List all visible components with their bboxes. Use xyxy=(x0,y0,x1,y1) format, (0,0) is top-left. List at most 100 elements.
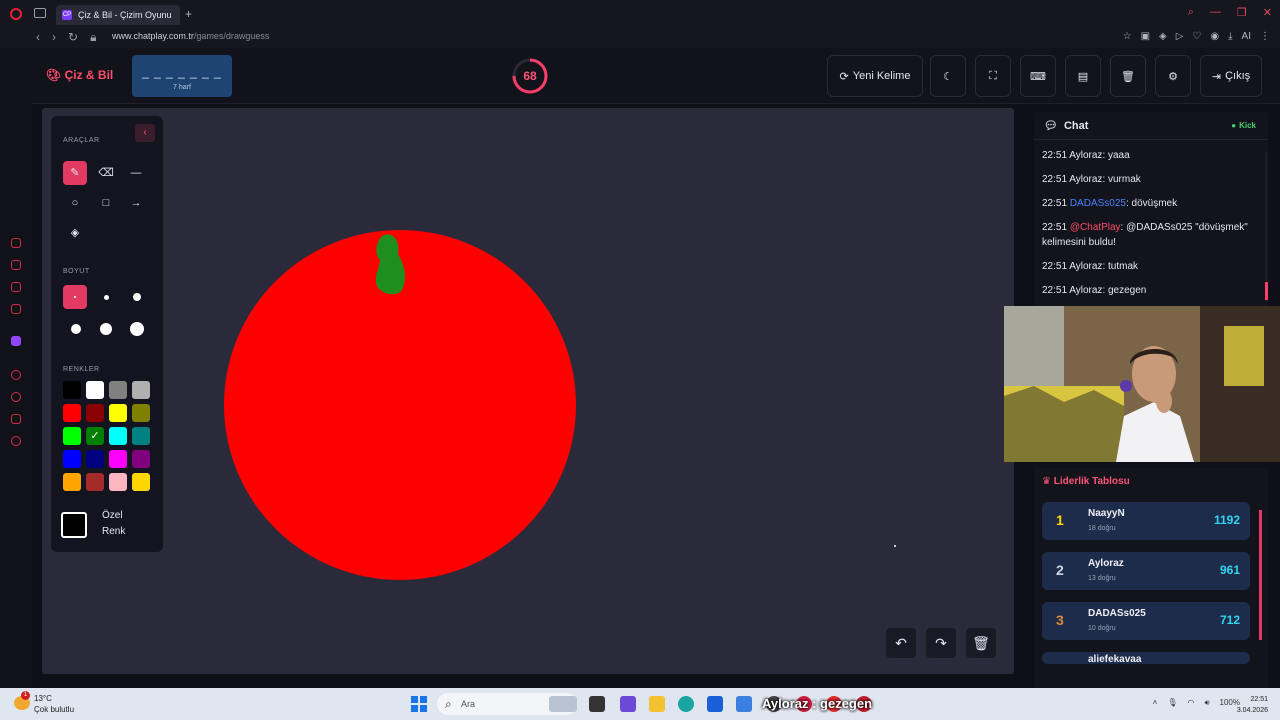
taskbar-app-icon[interactable] xyxy=(549,696,577,712)
wifi-icon[interactable]: ◠ xyxy=(1188,698,1195,708)
url-field[interactable]: www.chatplay.com.tr/games/drawguess xyxy=(112,31,269,41)
color-swatch[interactable] xyxy=(63,473,81,491)
more-icon[interactable]: ⋮ xyxy=(1260,31,1270,42)
color-swatch[interactable] xyxy=(86,381,104,399)
leaderboard-scrollbar[interactable] xyxy=(1259,510,1262,640)
chevron-up-icon[interactable]: ˄ xyxy=(1153,698,1158,708)
download-icon[interactable]: ⤓ xyxy=(1228,31,1232,42)
forward-icon[interactable]: › xyxy=(52,30,56,45)
color-swatch[interactable] xyxy=(63,404,81,422)
keyboard-icon: ⌨ xyxy=(1030,70,1046,83)
edge-icon[interactable] xyxy=(678,696,694,712)
color-swatch[interactable] xyxy=(86,427,104,445)
browser-tab[interactable]: CP Çiz & Bil - Çizim Oyunu xyxy=(56,5,180,25)
sidebar-app-icon[interactable] xyxy=(11,414,21,424)
color-swatch[interactable] xyxy=(63,450,81,468)
color-swatch[interactable] xyxy=(63,427,81,445)
color-swatch[interactable] xyxy=(86,404,104,422)
taskbar-clock[interactable]: 22:51 3.04.2026 xyxy=(1237,694,1268,716)
search-icon[interactable]: ⌕ xyxy=(1188,6,1194,19)
sidebar-app-icon[interactable] xyxy=(11,282,21,292)
clear-canvas-button[interactable]: 🗑︎ xyxy=(966,628,996,658)
close-icon[interactable]: ✕ xyxy=(1263,6,1272,19)
color-swatch[interactable] xyxy=(109,381,127,399)
color-swatch[interactable] xyxy=(109,450,127,468)
exit-button[interactable]: ⇥ Çıkış xyxy=(1200,55,1262,97)
mic-icon[interactable]: 🎙︎ xyxy=(1167,698,1177,708)
trash-icon: 🗑︎ xyxy=(1121,70,1135,83)
settings-icon[interactable] xyxy=(11,436,21,446)
color-swatch[interactable] xyxy=(86,450,104,468)
new-tab-icon[interactable]: + xyxy=(185,7,192,21)
undo-button[interactable]: ↶ xyxy=(886,628,916,658)
moon-icon: ☾ xyxy=(943,70,953,83)
color-swatch[interactable] xyxy=(132,450,150,468)
taskbar-app-icon[interactable] xyxy=(620,696,636,712)
size-dot xyxy=(74,296,76,298)
color-swatch[interactable] xyxy=(109,473,127,491)
sidebar-app-icon[interactable] xyxy=(11,260,21,270)
minimize-icon[interactable]: — xyxy=(1210,6,1221,19)
ai-label[interactable]: AI xyxy=(1242,31,1251,42)
custom-color-swatch[interactable] xyxy=(61,512,87,538)
archive-button[interactable]: ▤ xyxy=(1065,55,1101,97)
play-icon[interactable]: ▷ xyxy=(1176,31,1184,42)
chat-message: 22:51 DADASs025: dövüşmek xyxy=(1042,198,1178,209)
size-option-3[interactable] xyxy=(133,293,141,301)
history-icon[interactable] xyxy=(11,392,21,402)
maximize-icon[interactable]: ❐ xyxy=(1237,6,1247,19)
brush-tool[interactable]: ✎ xyxy=(63,161,87,185)
new-word-button[interactable]: ⟳ Yeni Kelime xyxy=(827,55,923,97)
rectangle-tool[interactable]: □ xyxy=(94,191,118,215)
collapse-toolbox-button[interactable]: ‹ xyxy=(135,124,155,142)
eraser-tool[interactable]: ⌫ xyxy=(94,161,118,185)
folder-icon[interactable] xyxy=(649,696,665,712)
color-swatch[interactable] xyxy=(109,427,127,445)
fill-bucket-tool[interactable]: ◈ xyxy=(63,221,87,245)
delete-button[interactable]: 🗑︎ xyxy=(1110,55,1146,97)
shield-icon[interactable]: ◈ xyxy=(1159,31,1167,42)
start-icon[interactable] xyxy=(411,696,427,712)
drawing-canvas[interactable]: ARAÇLAR ‹ ✎ ⌫ — ○ □ → ◈ BOYUT RENKLER Öz… xyxy=(42,108,1014,674)
dark-mode-button[interactable]: ☾ xyxy=(930,55,966,97)
size-option-5[interactable] xyxy=(100,323,112,335)
size-option-2[interactable] xyxy=(104,295,109,300)
line-tool[interactable]: — xyxy=(124,161,148,185)
fullscreen-button[interactable]: ⛶ xyxy=(975,55,1011,97)
bookmark-icon[interactable]: ☆ xyxy=(1123,31,1132,42)
store-icon[interactable] xyxy=(707,696,723,712)
exit-icon: ⇥ xyxy=(1211,70,1222,83)
color-swatch[interactable] xyxy=(109,404,127,422)
taskbar-app-icon[interactable] xyxy=(589,696,605,712)
redo-button[interactable]: ↷ xyxy=(926,628,956,658)
color-swatch[interactable] xyxy=(132,473,150,491)
refresh-icon: ⟳ xyxy=(839,70,849,83)
color-swatch[interactable] xyxy=(132,381,150,399)
account-icon[interactable]: ◉ xyxy=(1210,31,1219,42)
color-swatch[interactable] xyxy=(132,427,150,445)
back-icon[interactable]: ‹ xyxy=(36,30,40,45)
sidebar-app-icon[interactable] xyxy=(11,238,21,248)
color-swatch[interactable] xyxy=(132,404,150,422)
size-option-6[interactable] xyxy=(130,322,144,336)
size-option-4[interactable] xyxy=(71,324,81,334)
arrow-tool[interactable]: → xyxy=(124,191,148,215)
keyboard-button[interactable]: ⌨ xyxy=(1020,55,1056,97)
volume-icon[interactable]: 🔊︎ xyxy=(1204,698,1209,708)
chat-scrollbar[interactable] xyxy=(1265,152,1268,302)
heart-icon[interactable]: ♡ xyxy=(1192,31,1201,42)
custom-color-label[interactable]: Özel Renk xyxy=(102,508,125,540)
weather-widget[interactable]: 13°C Çok bulutlu xyxy=(34,693,74,715)
snapshot-icon[interactable]: ▣ xyxy=(1141,31,1150,42)
sidebar-app-icon[interactable] xyxy=(11,304,21,314)
tab-menu-icon[interactable] xyxy=(34,8,46,18)
color-swatch[interactable] xyxy=(63,381,81,399)
twitch-icon[interactable] xyxy=(11,336,21,346)
opera-icon[interactable] xyxy=(10,8,22,20)
settings-button[interactable]: ⚙ xyxy=(1155,55,1191,97)
taskbar-app-icon[interactable] xyxy=(736,696,752,712)
reload-icon[interactable]: ↻ xyxy=(68,30,78,45)
sidebar-app-icon[interactable] xyxy=(11,370,21,380)
color-swatch[interactable] xyxy=(86,473,104,491)
circle-tool[interactable]: ○ xyxy=(63,191,87,215)
